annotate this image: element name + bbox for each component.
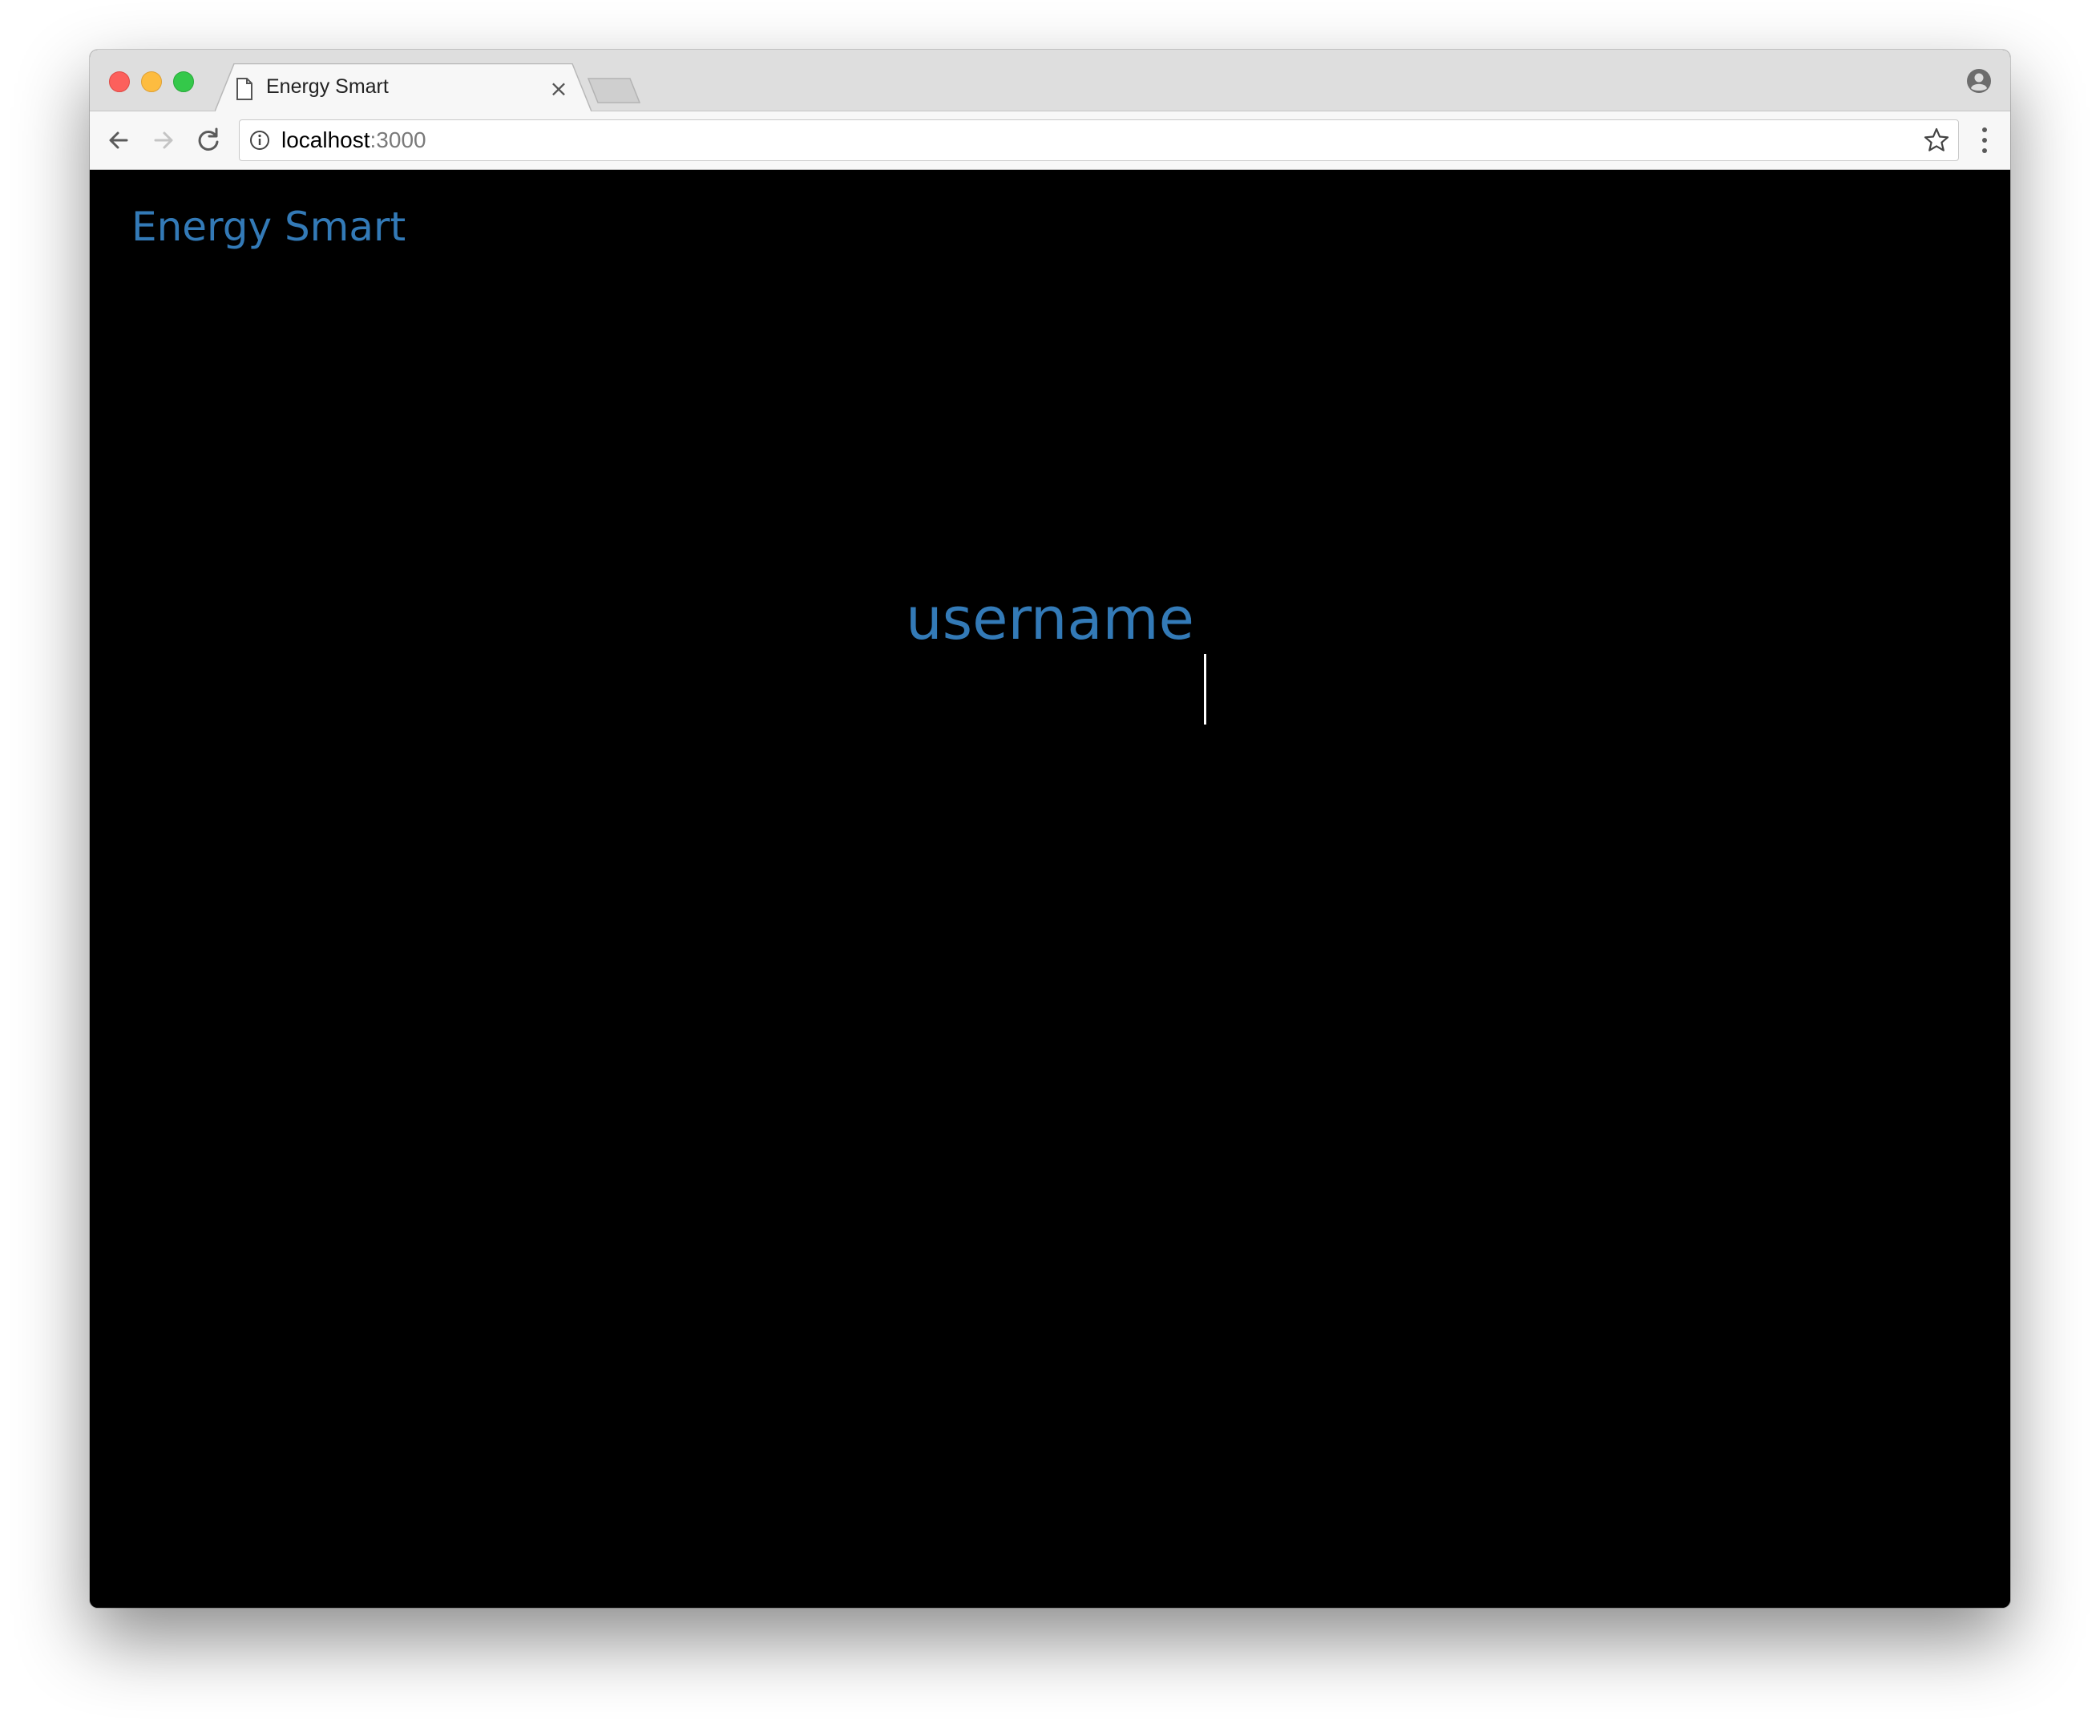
window-close-button[interactable] xyxy=(109,71,130,92)
star-icon[interactable] xyxy=(1923,127,1950,154)
document-icon xyxy=(236,78,252,100)
kebab-menu-icon[interactable] xyxy=(1980,126,1989,155)
title-bar: Energy Smart × xyxy=(90,50,2010,111)
tab-title: Energy Smart xyxy=(266,75,389,98)
info-icon[interactable] xyxy=(249,130,270,151)
browser-toolbar: localhost:3000 xyxy=(90,111,2010,170)
login-form xyxy=(90,585,2010,652)
new-tab-button[interactable] xyxy=(585,77,643,104)
url-host: localhost xyxy=(281,127,370,152)
page-viewport: Energy Smart xyxy=(90,170,2010,1608)
text-cursor xyxy=(1204,654,1206,725)
back-arrow-icon[interactable] xyxy=(103,124,135,156)
profile-icon[interactable] xyxy=(1965,67,1993,95)
window-minimize-button[interactable] xyxy=(141,71,162,92)
address-bar[interactable]: localhost:3000 xyxy=(239,119,1959,161)
reload-icon[interactable] xyxy=(192,124,224,156)
close-icon[interactable]: × xyxy=(547,77,571,101)
username-input[interactable] xyxy=(689,585,1411,652)
window-maximize-button[interactable] xyxy=(173,71,194,92)
brand-link[interactable]: Energy Smart xyxy=(131,204,406,250)
url-port: :3000 xyxy=(370,127,426,152)
browser-window: Energy Smart × localhost:3000 Energy Sma… xyxy=(90,50,2010,1608)
url-text[interactable]: localhost:3000 xyxy=(281,127,426,153)
forward-arrow-icon[interactable] xyxy=(147,124,180,156)
